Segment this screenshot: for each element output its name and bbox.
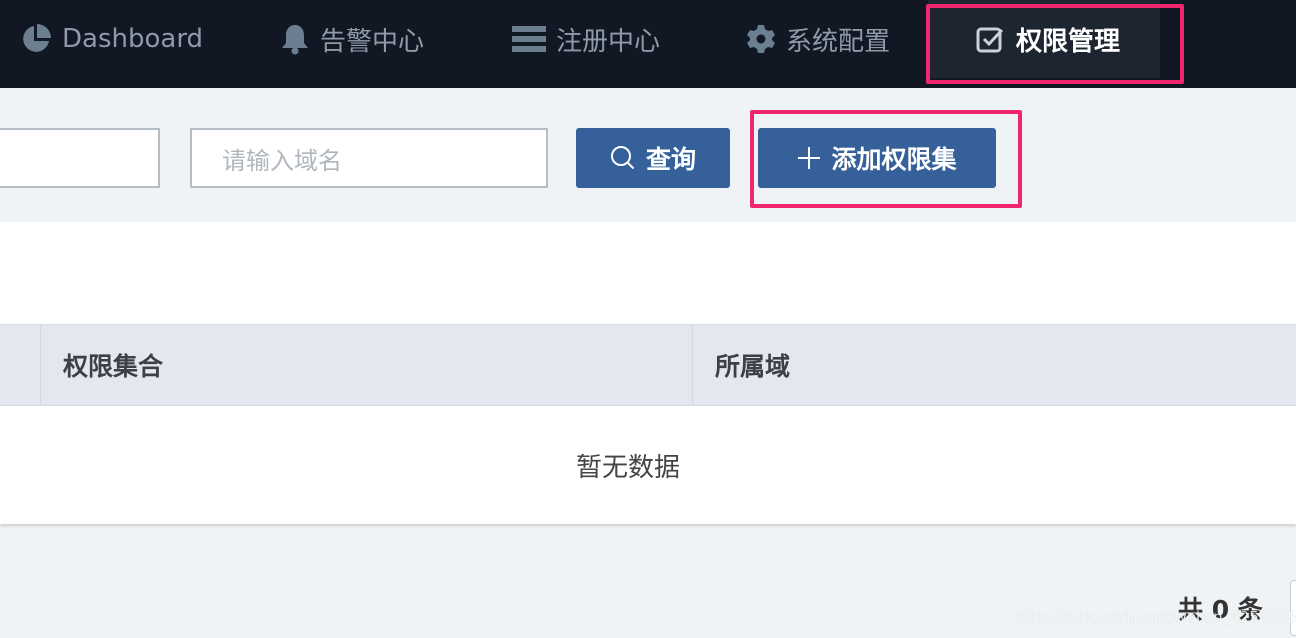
- highlight-box: [750, 110, 1022, 208]
- domain-input[interactable]: 请输入域名: [190, 128, 548, 188]
- query-button[interactable]: 查询: [576, 128, 730, 188]
- bell-icon: [282, 25, 308, 55]
- nav-item-dashboard[interactable]: Dashboard: [20, 0, 203, 78]
- highlight-box: [926, 4, 1184, 84]
- gear-icon: [747, 25, 775, 53]
- table-header: 权限集合 所属域: [0, 324, 1296, 406]
- nav-label: Dashboard: [62, 24, 204, 54]
- column-header-domain: 所属域: [692, 325, 1296, 405]
- pie-chart-icon: [23, 24, 51, 52]
- nav-item-settings[interactable]: 系统配置: [746, 0, 890, 78]
- query-label: 查询: [645, 145, 696, 174]
- nav-item-registry[interactable]: 注册中心: [512, 0, 660, 78]
- first-search-input[interactable]: [0, 128, 160, 188]
- nav-label: 注册中心: [556, 26, 661, 57]
- nav-label: 告警中心: [320, 26, 425, 57]
- empty-state: 暂无数据: [575, 452, 680, 483]
- watermark: https://blog.csdn.net/weixin_42528266: [1014, 608, 1296, 626]
- server-icon: [512, 26, 546, 52]
- column-header-permission-set: 权限集合: [40, 325, 692, 405]
- table-panel: 权限集合 所属域 暂无数据: [0, 222, 1296, 524]
- nav-label: 系统配置: [786, 26, 891, 57]
- nav-item-alerts[interactable]: 告警中心: [280, 0, 424, 78]
- search-icon: [610, 146, 635, 170]
- column-header-select: [0, 325, 41, 405]
